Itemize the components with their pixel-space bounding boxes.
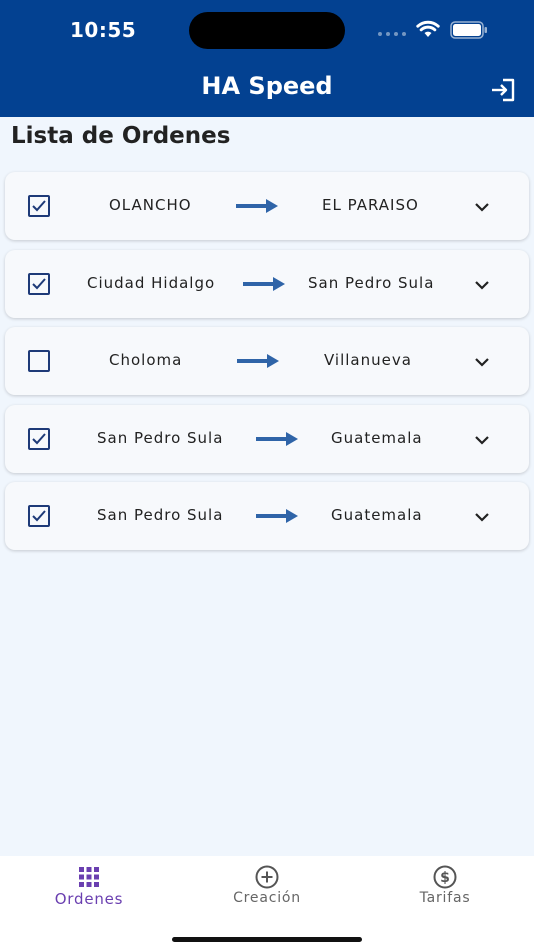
arrow-right-icon [256,431,298,446]
order-destination: San Pedro Sula [308,273,435,292]
order-origin: San Pedro Sula [97,428,224,447]
nav-label: Ordenes [54,890,124,908]
order-origin: OLANCHO [109,196,192,214]
order-destination: Villanueva [324,351,412,369]
arrow-right-icon [236,199,278,213]
order-checkbox[interactable] [28,350,50,372]
order-card[interactable]: Ciudad Hidalgo San Pedro Sula [5,249,529,318]
order-destination: EL PARAISO [322,196,419,214]
chevron-down-icon[interactable] [471,429,493,451]
order-destination: Guatemala [331,428,423,447]
cellular-signal-icon [378,32,406,36]
check-icon [32,277,46,289]
svg-text:$: $ [440,870,450,886]
nav-label: Tarifas [419,890,471,906]
status-time: 10:55 [70,18,137,42]
order-card[interactable]: OLANCHO EL PARAISO [5,172,529,240]
app-title: HA Speed [201,72,333,100]
logout-icon[interactable] [489,76,517,104]
order-origin: San Pedro Sula [97,506,224,524]
status-icons [378,18,488,42]
order-checkbox[interactable] [28,272,50,295]
bottom-navigation: Ordenes Creación $ Tarifas [0,856,534,950]
app-header: 10:55 HA Speed [0,0,534,117]
page-title: Lista de Ordenes [11,123,231,149]
order-checkbox[interactable] [28,195,50,217]
check-icon [32,510,46,522]
nav-label: Creación [233,890,301,906]
order-origin: Ciudad Hidalgo [87,273,216,292]
dynamic-island [189,12,345,49]
arrow-right-icon [256,509,298,523]
plus-circle-icon [255,865,279,889]
chevron-down-icon[interactable] [471,506,493,528]
wifi-icon [416,20,440,37]
chevron-down-icon[interactable] [471,351,493,373]
check-icon [32,432,46,444]
arrow-right-icon [243,276,285,291]
chevron-down-icon[interactable] [471,196,493,218]
order-destination: Guatemala [331,506,423,524]
battery-icon [450,21,487,39]
arrow-right-icon [237,354,279,368]
home-indicator[interactable] [172,937,362,942]
grid-icon [79,867,99,887]
nav-item-ordenes[interactable]: Ordenes [0,856,178,926]
nav-item-tarifas[interactable]: $ Tarifas [356,856,534,926]
check-icon [32,200,46,212]
order-checkbox[interactable] [28,505,50,527]
order-card[interactable]: San Pedro Sula Guatemala [5,404,529,473]
order-card[interactable]: San Pedro Sula Guatemala [5,482,529,550]
dollar-circle-icon: $ [433,865,457,889]
order-origin: Choloma [109,351,183,369]
order-card[interactable]: Choloma Villanueva [5,327,529,395]
order-checkbox[interactable] [28,427,50,450]
chevron-down-icon[interactable] [471,274,493,296]
orders-list: OLANCHO EL PARAISO Ciudad Hidalgo San Pe… [5,172,529,560]
nav-item-creacion[interactable]: Creación [178,856,356,926]
